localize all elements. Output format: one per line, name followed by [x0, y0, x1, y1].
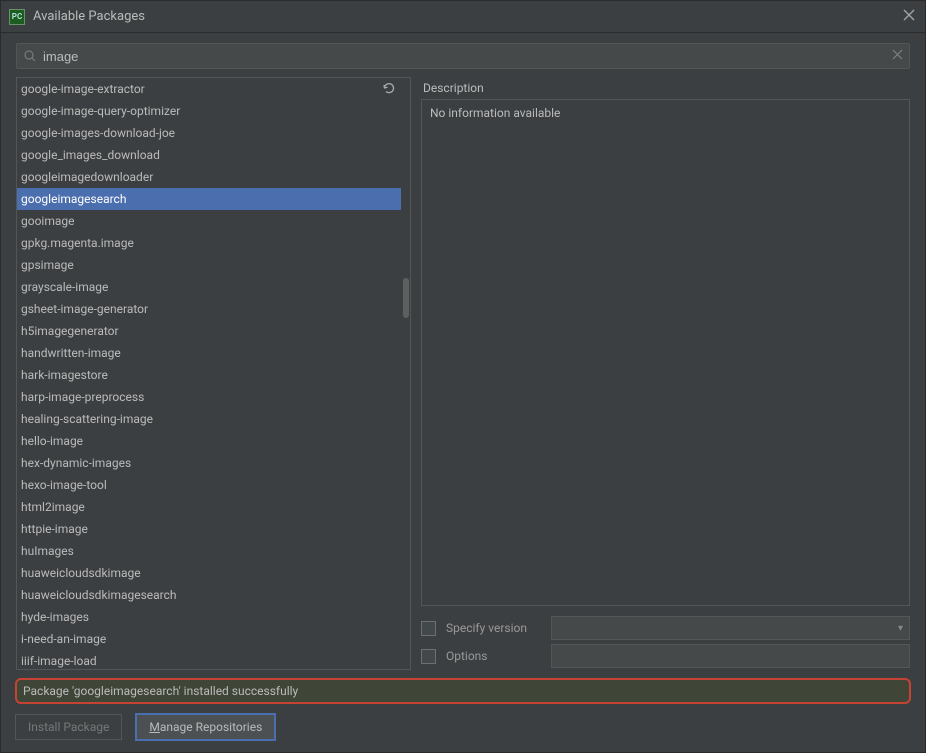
search-row	[1, 33, 925, 77]
main-split: google-image-extractorgoogle-image-query…	[1, 77, 925, 670]
options-input[interactable]	[551, 644, 910, 668]
package-item[interactable]: hello-image	[17, 430, 401, 452]
description-column: Description No information available Spe…	[421, 77, 910, 670]
package-item[interactable]: httpie-image	[17, 518, 401, 540]
package-item[interactable]: huImages	[17, 540, 401, 562]
options-label: Options	[446, 649, 541, 663]
search-input[interactable]	[43, 49, 885, 64]
package-item[interactable]: google-image-extractor	[17, 78, 401, 100]
package-item[interactable]: googleimagesearch	[17, 188, 401, 210]
clear-icon[interactable]	[892, 49, 903, 63]
scrollbar-thumb[interactable]	[403, 278, 409, 318]
options-area: Specify version ▾ Options	[421, 606, 910, 670]
specify-version-label: Specify version	[446, 621, 541, 635]
close-icon[interactable]	[903, 9, 915, 25]
bottom-button-row: Install Package Manage Repositories	[1, 704, 925, 752]
package-item[interactable]: google-image-query-optimizer	[17, 100, 401, 122]
package-item[interactable]: iiif-image-load	[17, 650, 401, 669]
search-icon	[23, 49, 37, 66]
package-item[interactable]: hark-imagestore	[17, 364, 401, 386]
status-bar: Package 'googleimagesearch' installed su…	[15, 678, 911, 704]
package-item[interactable]: handwritten-image	[17, 342, 401, 364]
package-item[interactable]: h5imagegenerator	[17, 320, 401, 342]
manage-mnemonic: M	[149, 720, 159, 734]
app-icon: PC	[9, 9, 25, 25]
package-item[interactable]: hyde-images	[17, 606, 401, 628]
description-header: Description	[421, 77, 910, 99]
package-item[interactable]: google_images_download	[17, 144, 401, 166]
title-bar: PC Available Packages	[1, 1, 925, 33]
package-item[interactable]: harp-image-preprocess	[17, 386, 401, 408]
package-item[interactable]: hex-dynamic-images	[17, 452, 401, 474]
options-row: Options	[421, 642, 910, 670]
package-item[interactable]: gpsimage	[17, 254, 401, 276]
scrollbar[interactable]	[402, 78, 410, 669]
package-item[interactable]: i-need-an-image	[17, 628, 401, 650]
chevron-down-icon: ▾	[898, 623, 903, 634]
manage-repositories-button[interactable]: Manage Repositories	[136, 714, 275, 740]
manage-rest: anage Repositories	[160, 720, 262, 734]
search-field-wrap	[16, 43, 910, 69]
status-message: Package 'googleimagesearch' installed su…	[23, 684, 298, 698]
install-label: Install Package	[28, 720, 109, 734]
description-body: No information available	[421, 99, 910, 606]
package-item[interactable]: gooimage	[17, 210, 401, 232]
package-item[interactable]: gsheet-image-generator	[17, 298, 401, 320]
package-column: google-image-extractorgoogle-image-query…	[16, 77, 411, 670]
package-item[interactable]: google-images-download-joe	[17, 122, 401, 144]
package-item[interactable]: huaweicloudsdkimage	[17, 562, 401, 584]
package-item[interactable]: grayscale-image	[17, 276, 401, 298]
specify-version-row: Specify version ▾	[421, 614, 910, 642]
package-item[interactable]: html2image	[17, 496, 401, 518]
window-title: Available Packages	[33, 9, 145, 24]
package-list[interactable]: google-image-extractorgoogle-image-query…	[16, 77, 411, 670]
package-item[interactable]: hexo-image-tool	[17, 474, 401, 496]
options-checkbox[interactable]	[421, 649, 436, 664]
version-combo[interactable]: ▾	[551, 616, 910, 640]
refresh-icon[interactable]	[382, 81, 398, 97]
specify-version-checkbox[interactable]	[421, 621, 436, 636]
package-item[interactable]: healing-scattering-image	[17, 408, 401, 430]
package-item[interactable]: gpkg.magenta.image	[17, 232, 401, 254]
install-package-button[interactable]: Install Package	[15, 714, 122, 740]
package-item[interactable]: googleimagedownloader	[17, 166, 401, 188]
package-item[interactable]: huaweicloudsdkimagesearch	[17, 584, 401, 606]
